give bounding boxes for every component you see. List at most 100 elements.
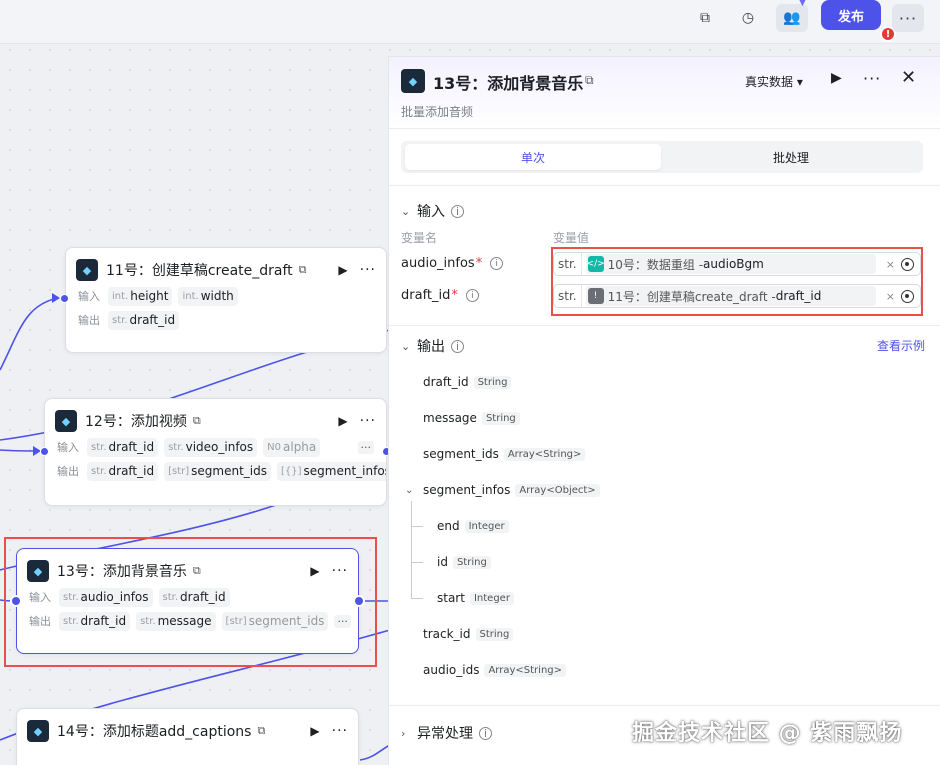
param-tag: [{}] segment_infos [276, 461, 386, 481]
input-port[interactable] [40, 447, 49, 456]
divider [389, 705, 940, 706]
chevron-down-icon: ⌄ [401, 339, 411, 353]
watermark: 掘金技术社区 @ 紫雨飘扬 [632, 721, 903, 746]
more-icon[interactable]: ··· [892, 4, 924, 32]
tree-line [411, 501, 412, 599]
info-icon[interactable]: i [451, 204, 464, 218]
exception-section-header[interactable]: › 异常处理 i [401, 723, 492, 743]
param-tag: [str] segment_ids [164, 461, 271, 481]
users-icon[interactable]: 👥 [776, 4, 808, 32]
node-icon: ◆ [76, 259, 98, 281]
input-var-value[interactable]: str. </> 10号：数据重组 - audioBgm × [553, 252, 921, 276]
node-13[interactable]: ◆ 13号：添加背景音乐 ⧉ ▶ ··· 输入 str. audio_infos … [16, 548, 359, 654]
info-icon[interactable]: i [465, 289, 479, 302]
param-tag: str. draft_id [108, 310, 180, 330]
node-config-panel: ◆ 13号：添加背景音乐 ⧉ 真实数据 ▾ ▶ ··· ✕ 批量添加音频 单次 … [388, 56, 940, 765]
node-icon: ◆ [27, 560, 49, 582]
edge-11-arrow [52, 293, 60, 303]
more-params-button[interactable]: ··· [357, 440, 374, 454]
inputs-label: 输入 [78, 290, 100, 303]
node-more-icon[interactable]: ··· [332, 723, 348, 739]
type-label: str. [554, 253, 582, 275]
edge-14-out [359, 744, 391, 761]
node-icon: ◆ [55, 410, 77, 432]
run-icon[interactable]: ▶ [310, 564, 319, 578]
outputs-label: 输出 [57, 465, 79, 478]
node-header: ◆ 14号：添加标题add_captions ⧉ ▶ ··· [17, 717, 358, 745]
panel-more-icon[interactable]: ··· [863, 69, 881, 88]
panel-description: 批量添加音频 [401, 105, 474, 119]
run-icon[interactable]: ▶ [338, 414, 347, 428]
output-subfield: id String [437, 555, 491, 569]
warning-icon: ! [587, 288, 604, 304]
column-header-name: 变量名 [401, 231, 438, 245]
edge-12-in [0, 449, 39, 452]
info-icon[interactable]: i [479, 726, 492, 740]
param-tag: int. height [108, 286, 173, 306]
input-var-value[interactable]: str. ! 11号：创建草稿create_draft - draft_id × [553, 284, 921, 308]
copy-icon[interactable]: ⧉ [299, 263, 307, 277]
copy-icon[interactable]: ⧉ [257, 724, 265, 738]
output-section-header[interactable]: ⌄ 输出 i [401, 336, 464, 356]
output-field: audio_ids Array<String> [423, 663, 567, 677]
input-section-header[interactable]: ⌄ 输入 i [401, 201, 464, 221]
output-field-expandable[interactable]: ⌄ segment_infos Array<Object> [405, 483, 600, 497]
chevron-down-icon[interactable]: ⌄ [405, 485, 423, 496]
param-tag: str. video_infos [164, 437, 258, 457]
node-outputs: 输出 str. draft_id str. message [str] segment… [17, 609, 358, 633]
param-tag: N0 alpha [263, 437, 321, 457]
collab-indicator-icon: ▼ [799, 0, 806, 8]
node-title: 14号：添加标题add_captions [57, 724, 252, 740]
run-icon[interactable]: ▶ [831, 70, 842, 86]
node-12[interactable]: ◆ 12号：添加视频 ⧉ ▶ ··· 输入 str. draft_id str. v… [44, 398, 387, 506]
copy-icon[interactable]: ⧉ [193, 564, 201, 578]
outputs-label: 输出 [78, 314, 100, 327]
node-14[interactable]: ◆ 14号：添加标题add_captions ⧉ ▶ ··· [16, 708, 359, 765]
variable-reference[interactable]: ! 11号：创建草稿create_draft - draft_id [585, 286, 876, 306]
node-11[interactable]: ◆ 11号：创建草稿create_draft ⧉ ▶ ··· 输入 int. he… [65, 247, 387, 353]
section-title: 输出 [417, 339, 445, 355]
tab-batch[interactable]: 批处理 [663, 144, 919, 170]
tree-line [411, 598, 423, 599]
info-icon[interactable]: i [451, 339, 464, 353]
target-icon[interactable] [901, 257, 914, 271]
clear-icon[interactable]: × [886, 290, 895, 303]
close-icon[interactable]: ✕ [901, 67, 916, 88]
edge-11-in [0, 297, 59, 371]
copy-icon[interactable]: ⧉ [193, 414, 201, 428]
input-port[interactable] [10, 595, 22, 607]
node-more-icon[interactable]: ··· [360, 413, 376, 429]
copy-icon[interactable]: ⧉ [585, 73, 594, 88]
node-outputs: 输出 str. draft_id [str] segment_ids [{}] seg… [45, 459, 386, 483]
run-icon[interactable]: ▶ [338, 263, 347, 277]
target-icon[interactable] [901, 289, 914, 303]
node-more-icon[interactable]: ··· [332, 563, 348, 579]
output-subfield: start Integer [437, 591, 514, 605]
type-label: str. [554, 285, 582, 307]
more-params-button[interactable]: ··· [334, 614, 351, 628]
panel-header: ◆ 13号：添加背景音乐 ⧉ 真实数据 ▾ ▶ ··· ✕ 批量添加音频 [389, 57, 940, 129]
output-port[interactable] [353, 595, 365, 607]
clear-icon[interactable]: × [886, 258, 895, 271]
tab-single[interactable]: 单次 [405, 144, 661, 170]
code-icon: </> [587, 256, 605, 272]
info-icon[interactable]: i [490, 257, 504, 270]
node-title: 12号：添加视频 [85, 414, 187, 430]
history-icon[interactable]: ◷ [732, 4, 764, 32]
variable-reference[interactable]: </> 10号：数据重组 - audioBgm [585, 254, 876, 274]
output-field: segment_ids Array<String> [423, 447, 586, 461]
input-port[interactable] [60, 294, 69, 303]
view-example-link[interactable]: 查看示例 [877, 337, 925, 354]
data-mode-dropdown[interactable]: 真实数据 ▾ [745, 73, 803, 90]
input-var-name: audio_infos * i [401, 256, 504, 271]
publish-button[interactable]: 发布 [821, 0, 881, 30]
param-tag: str. draft_id [59, 611, 131, 631]
node-more-icon[interactable]: ··· [360, 262, 376, 278]
tree-line [411, 562, 423, 563]
node-inputs: 输入 str. draft_id str. video_infos N0 alpha … [45, 435, 386, 459]
node-inputs: 输入 int. height int. width [66, 284, 386, 308]
run-icon[interactable]: ▶ [310, 724, 319, 738]
layers-icon[interactable]: ⧉ [689, 4, 721, 32]
section-title: 输入 [417, 204, 445, 220]
divider [389, 185, 940, 186]
